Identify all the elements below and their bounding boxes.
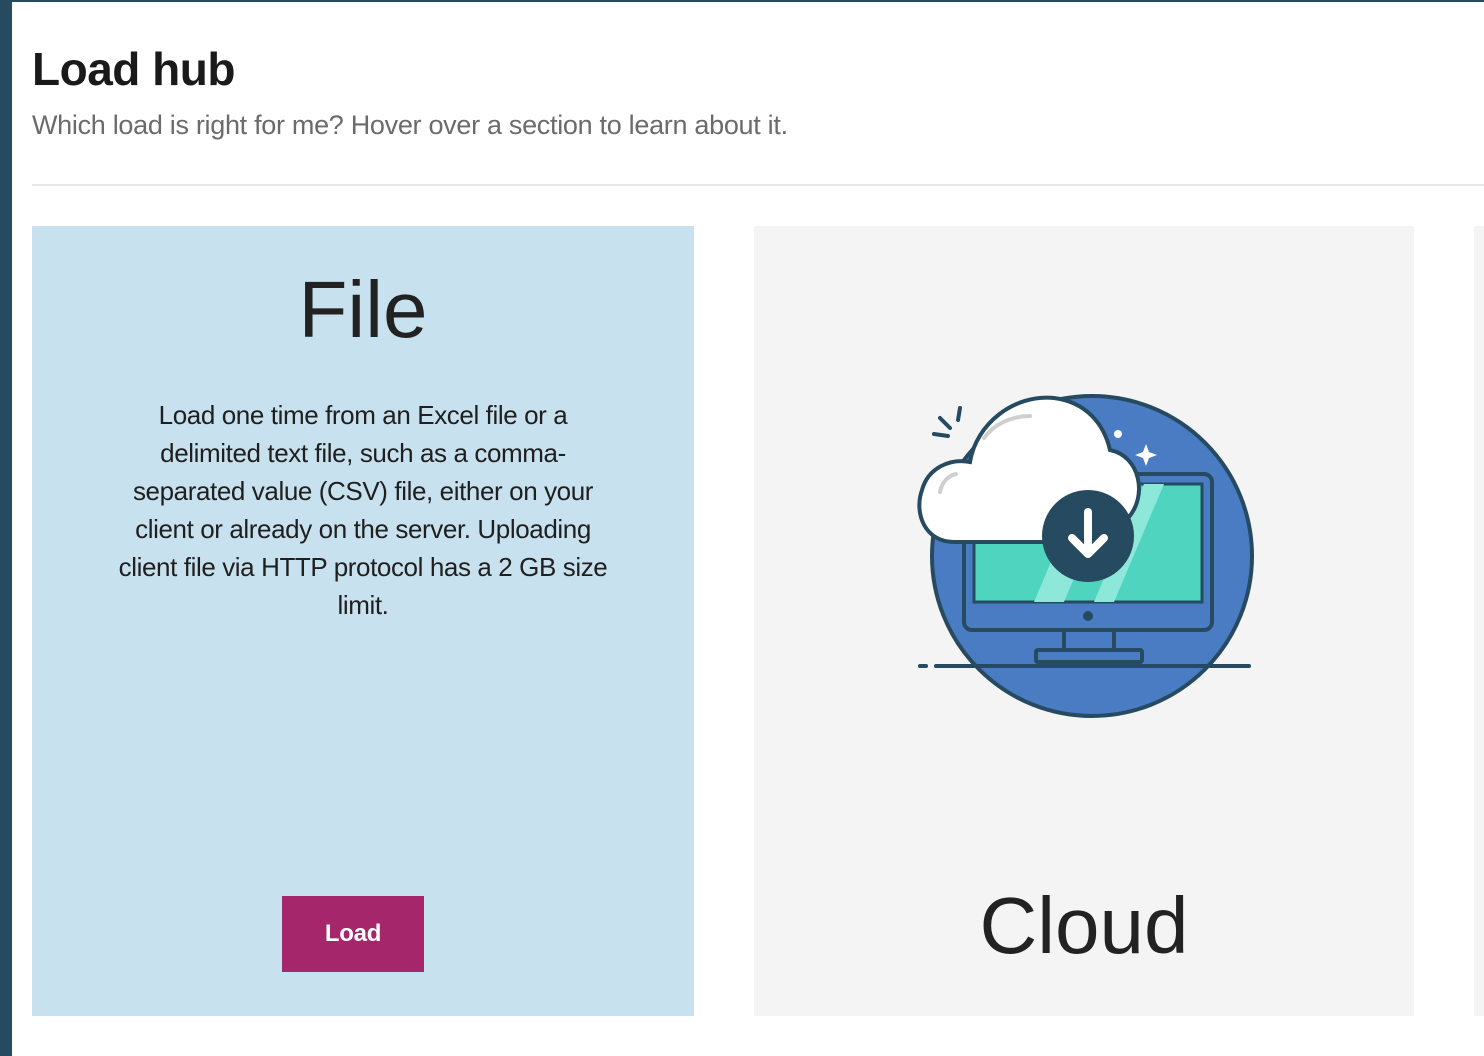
file-card[interactable]: File Load one time from an Excel file or… — [32, 226, 694, 1016]
page: Load hub Which load is right for me? Hov… — [32, 0, 1484, 1056]
file-card-title: File — [298, 265, 428, 354]
file-card-description: Load one time from an Excel file or a de… — [118, 400, 608, 620]
load-button[interactable]: Load — [282, 896, 424, 972]
left-rail — [0, 0, 12, 1056]
page-subtitle: Which load is right for me? Hover over a… — [32, 110, 788, 140]
cloud-card-title: Cloud — [979, 881, 1189, 970]
next-card-edge[interactable] — [1474, 226, 1484, 1016]
page-title: Load hub — [32, 43, 235, 95]
cloud-download-icon — [914, 394, 1254, 726]
cloud-card[interactable]: Cloud — [754, 226, 1414, 1016]
divider — [32, 184, 1484, 186]
